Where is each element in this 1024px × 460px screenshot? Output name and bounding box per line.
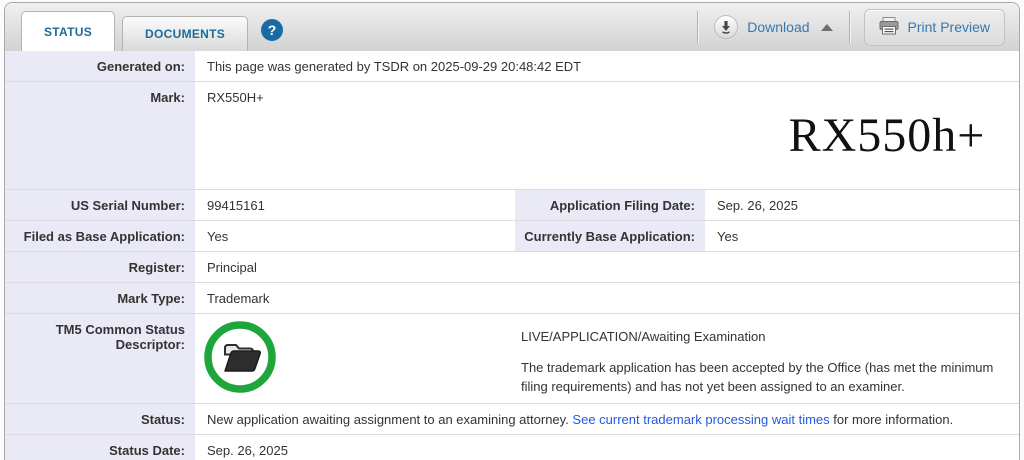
download-icon — [714, 15, 739, 39]
printer-icon — [879, 16, 899, 38]
row-status-date: Status Date: Sep. 26, 2025 — [5, 434, 1019, 460]
tm5-label-line1: TM5 Common Status — [55, 322, 185, 337]
row-serial-filing: US Serial Number: 99415161 Application F… — [5, 189, 1019, 220]
toolbar-divider — [848, 11, 850, 43]
serial-number-value: 99415161 — [195, 190, 515, 220]
status-value: New application awaiting assignment to a… — [195, 404, 1019, 434]
filed-base-value: Yes — [195, 221, 515, 251]
status-text-before: New application awaiting assignment to a… — [207, 412, 573, 427]
open-folder-status-icon — [203, 320, 277, 397]
download-label: Download — [747, 19, 810, 35]
toolbar: Download Print Preview — [697, 3, 1019, 51]
tsdr-status-panel: STATUS DOCUMENTS ? Download Print Previe… — [4, 2, 1020, 460]
generated-on-label: Generated on: — [5, 51, 195, 81]
tm5-label: TM5 Common Status Descriptor: — [5, 314, 195, 403]
status-date-label: Status Date: — [5, 435, 195, 460]
print-preview-label: Print Preview — [907, 19, 990, 35]
row-base-application: Filed as Base Application: Yes Currently… — [5, 220, 1019, 251]
print-preview-button[interactable]: Print Preview — [863, 8, 1005, 46]
row-status: Status: New application awaiting assignm… — [5, 403, 1019, 434]
tab-status[interactable]: STATUS — [21, 11, 116, 51]
register-value: Principal — [195, 252, 1019, 282]
download-button[interactable]: Download — [698, 3, 848, 51]
mark-value-cell: RX550H+ RX550h+ — [195, 82, 1019, 189]
field-rows: Generated on: This page was generated by… — [5, 51, 1019, 460]
serial-number-label: US Serial Number: — [5, 190, 195, 220]
wait-times-link[interactable]: See current trademark processing wait ti… — [572, 412, 829, 427]
status-date-value: Sep. 26, 2025 — [195, 435, 1019, 460]
row-tm5-descriptor: TM5 Common Status Descriptor: LIVE/APPLI… — [5, 313, 1019, 403]
row-mark: Mark: RX550H+ RX550h+ — [5, 81, 1019, 189]
row-mark-type: Mark Type: Trademark — [5, 282, 1019, 313]
filing-date-label: Application Filing Date: — [515, 190, 705, 220]
mark-type-value: Trademark — [195, 283, 1019, 313]
tm5-value-cell: LIVE/APPLICATION/Awaiting Examination Th… — [195, 314, 1019, 403]
help-icon[interactable]: ? — [261, 19, 284, 41]
tab-bar: STATUS DOCUMENTS ? Download Print Previe… — [5, 3, 1019, 51]
register-label: Register: — [5, 252, 195, 282]
mark-image: RX550h+ — [761, 88, 1013, 183]
mark-label: Mark: — [5, 82, 195, 189]
status-text-after: for more information. — [829, 412, 954, 427]
mark-value: RX550H+ — [207, 90, 264, 105]
filing-date-value: Sep. 26, 2025 — [705, 190, 1019, 220]
caret-up-icon — [820, 23, 833, 31]
tm5-label-line2: Descriptor: — [115, 337, 185, 352]
row-register: Register: Principal — [5, 251, 1019, 282]
status-label: Status: — [5, 404, 195, 434]
generated-on-value: This page was generated by TSDR on 2025-… — [195, 51, 1019, 81]
tm5-text-block: LIVE/APPLICATION/Awaiting Examination Th… — [521, 322, 1007, 396]
currently-base-value: Yes — [705, 221, 1019, 251]
tab-documents[interactable]: DOCUMENTS — [122, 16, 249, 51]
mark-type-label: Mark Type: — [5, 283, 195, 313]
tm5-status-line: LIVE/APPLICATION/Awaiting Examination — [521, 329, 766, 344]
filed-base-label: Filed as Base Application: — [5, 221, 195, 251]
tm5-description: The trademark application has been accep… — [521, 360, 994, 394]
currently-base-label: Currently Base Application: — [515, 221, 705, 251]
row-generated-on: Generated on: This page was generated by… — [5, 51, 1019, 81]
